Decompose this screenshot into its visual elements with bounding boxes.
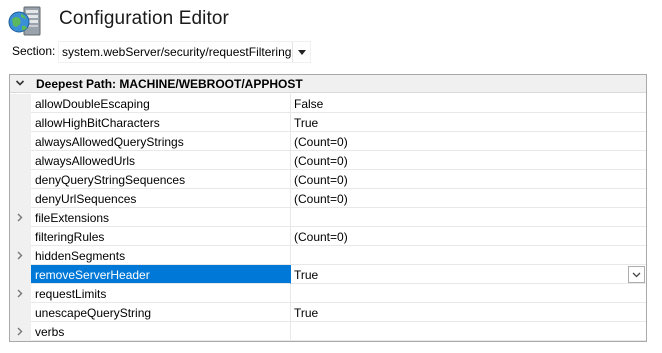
property-name: unescapeQueryString: [35, 306, 152, 320]
chevron-down-icon[interactable]: [15, 78, 25, 88]
category-row[interactable]: Deepest Path: MACHINE/WEBROOT/APPHOST: [10, 75, 646, 93]
property-name-cell[interactable]: unescapeQueryString: [31, 303, 291, 322]
chevron-right-icon[interactable]: [17, 327, 23, 336]
property-row-hiddenSegments[interactable]: hiddenSegments: [10, 246, 646, 265]
section-dropdown-arrow[interactable]: [292, 42, 310, 62]
property-value: False: [294, 97, 324, 111]
page-title: Configuration Editor: [59, 8, 229, 29]
chevron-right-icon[interactable]: [17, 251, 23, 260]
property-row-filteringRules[interactable]: filteringRules (Count=0): [10, 227, 646, 246]
property-name-cell[interactable]: denyQueryStringSequences: [31, 170, 291, 189]
row-gutter: [10, 189, 31, 208]
property-name: allowHighBitCharacters: [35, 116, 160, 130]
property-row-alwaysAllowedQueryStrings[interactable]: alwaysAllowedQueryStrings (Count=0): [10, 132, 646, 151]
property-name: requestLimits: [35, 287, 107, 301]
property-value-cell[interactable]: [291, 322, 646, 341]
property-row-requestLimits[interactable]: requestLimits: [10, 284, 646, 303]
property-name-cell[interactable]: fileExtensions: [31, 208, 291, 227]
editor-header: Configuration Editor: [0, 0, 662, 40]
property-value-cell[interactable]: (Count=0): [291, 227, 646, 246]
property-name-cell[interactable]: removeServerHeader: [31, 265, 291, 284]
row-gutter: [10, 113, 31, 132]
caret-down-icon: [297, 49, 306, 55]
chevron-right-icon[interactable]: [17, 289, 23, 298]
property-name: removeServerHeader: [35, 268, 150, 282]
property-row-allowDoubleEscaping[interactable]: allowDoubleEscaping False: [10, 94, 646, 113]
property-row-unescapeQueryString[interactable]: unescapeQueryString True: [10, 303, 646, 322]
property-value: (Count=0): [294, 135, 348, 149]
section-value: system.webServer/security/requestFilteri…: [62, 45, 292, 59]
row-gutter: [10, 227, 31, 246]
property-row-fileExtensions[interactable]: fileExtensions: [10, 208, 646, 227]
property-name-cell[interactable]: denyUrlSequences: [31, 189, 291, 208]
property-row-allowHighBitCharacters[interactable]: allowHighBitCharacters True: [10, 113, 646, 132]
property-name: allowDoubleEscaping: [35, 97, 150, 111]
value-dropdown-button[interactable]: [628, 266, 645, 283]
property-name: denyQueryStringSequences: [35, 173, 186, 187]
property-value-cell[interactable]: (Count=0): [291, 151, 646, 170]
property-row-denyUrlSequences[interactable]: denyUrlSequences (Count=0): [10, 189, 646, 208]
property-row-verbs[interactable]: verbs: [10, 322, 646, 341]
property-value: (Count=0): [294, 192, 348, 206]
property-value-cell[interactable]: True: [291, 265, 646, 284]
property-row-removeServerHeader[interactable]: removeServerHeader True: [10, 265, 646, 284]
property-name: fileExtensions: [35, 211, 110, 225]
property-row-alwaysAllowedUrls[interactable]: alwaysAllowedUrls (Count=0): [10, 151, 646, 170]
property-value-cell[interactable]: False: [291, 94, 646, 113]
section-dropdown[interactable]: system.webServer/security/requestFilteri…: [58, 41, 311, 63]
row-gutter: [10, 170, 31, 189]
property-value-cell[interactable]: (Count=0): [291, 170, 646, 189]
configuration-editor-icon: [8, 5, 42, 37]
property-value-cell[interactable]: True: [291, 303, 646, 322]
row-gutter[interactable]: [10, 322, 31, 341]
property-name: alwaysAllowedUrls: [35, 154, 136, 168]
property-name-cell[interactable]: allowDoubleEscaping: [31, 94, 291, 113]
property-name: hiddenSegments: [35, 249, 126, 263]
section-label: Section:: [12, 44, 56, 58]
property-name: filteringRules: [35, 230, 105, 244]
property-name: denyUrlSequences: [35, 192, 137, 206]
row-gutter: [10, 265, 31, 284]
row-gutter: [10, 132, 31, 151]
section-row: Section: system.webServer/security/reque…: [0, 40, 662, 64]
property-name: verbs: [35, 325, 65, 339]
chevron-right-icon[interactable]: [17, 213, 23, 222]
property-name-cell[interactable]: allowHighBitCharacters: [31, 113, 291, 132]
row-gutter[interactable]: [10, 284, 31, 303]
row-gutter: [10, 303, 31, 322]
row-gutter: [10, 94, 31, 113]
property-value-cell[interactable]: [291, 208, 646, 227]
property-value-cell[interactable]: (Count=0): [291, 189, 646, 208]
property-value-cell[interactable]: [291, 284, 646, 303]
property-name-cell[interactable]: requestLimits: [31, 284, 291, 303]
property-name: alwaysAllowedQueryStrings: [35, 135, 184, 149]
row-gutter: [10, 151, 31, 170]
property-value: (Count=0): [294, 154, 348, 168]
property-row-denyQueryStringSequences[interactable]: denyQueryStringSequences (Count=0): [10, 170, 646, 189]
chevron-down-icon: [632, 272, 641, 277]
property-value: (Count=0): [294, 230, 348, 244]
row-gutter[interactable]: [10, 208, 31, 227]
property-value-cell[interactable]: [291, 246, 646, 265]
row-gutter[interactable]: [10, 246, 31, 265]
property-value: (Count=0): [294, 173, 348, 187]
property-value-cell[interactable]: (Count=0): [291, 132, 646, 151]
property-value: True: [294, 116, 319, 130]
property-name-cell[interactable]: filteringRules: [31, 227, 291, 246]
property-name-cell[interactable]: alwaysAllowedUrls: [31, 151, 291, 170]
property-rows: allowDoubleEscaping False allowHighBitChar…: [10, 94, 646, 341]
property-value: True: [294, 268, 319, 282]
property-name-cell[interactable]: verbs: [31, 322, 291, 341]
property-value-cell[interactable]: True: [291, 113, 646, 132]
property-name-cell[interactable]: alwaysAllowedQueryStrings: [31, 132, 291, 151]
property-name-cell[interactable]: hiddenSegments: [31, 246, 291, 265]
property-grid: Deepest Path: MACHINE/WEBROOT/APPHOST al…: [9, 74, 647, 342]
property-value: True: [294, 306, 319, 320]
category-title: Deepest Path: MACHINE/WEBROOT/APPHOST: [36, 77, 303, 91]
